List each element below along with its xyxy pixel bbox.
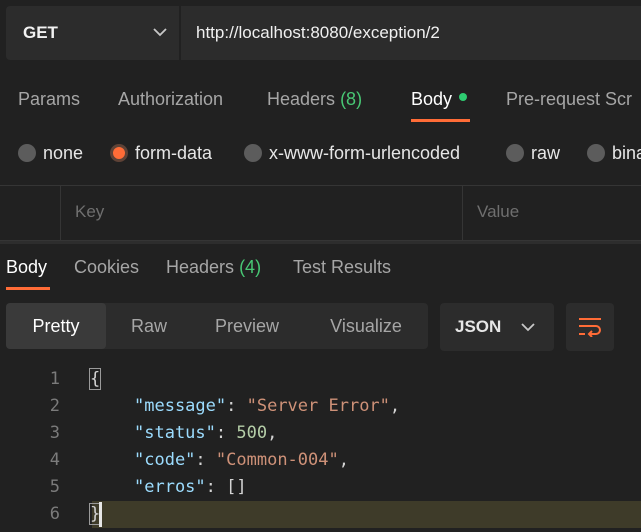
text-cursor — [99, 502, 102, 527]
kv-value-header: Value — [477, 202, 520, 221]
format-label: JSON — [455, 317, 502, 336]
tab-params[interactable]: Params — [18, 87, 80, 111]
radio-option-urlencoded[interactable]: x-www-form-urlencoded — [244, 141, 460, 165]
radio-label-urlencoded: x-www-form-urlencoded — [269, 142, 461, 163]
method-label: GET — [23, 23, 58, 42]
json-key: "status" — [134, 423, 216, 443]
radio-label-none: none — [43, 142, 84, 163]
kv-key-header: Key — [75, 202, 105, 221]
view-mode-toggle: Pretty Raw Preview Visualize — [6, 303, 428, 349]
tab-headers[interactable]: Headers (8) — [267, 87, 362, 111]
active-line-highlight — [92, 501, 641, 528]
tab-body-label: Body — [411, 89, 453, 109]
code-line: "erros": [] — [134, 477, 247, 497]
view-mode-visualize[interactable]: Visualize — [316, 303, 416, 349]
line-number: 4 — [49, 450, 60, 470]
json-key: "message" — [134, 396, 227, 416]
response-headers-count-badge: (4) — [239, 257, 262, 277]
radio-form-data[interactable] — [110, 144, 128, 162]
code-line: "message": "Server Error", — [134, 396, 401, 416]
response-tab-cookies[interactable]: Cookies — [74, 255, 139, 279]
code-line: "status": 500, — [134, 423, 278, 443]
json-key: "code" — [134, 450, 196, 470]
response-tab-body[interactable]: Body — [6, 255, 47, 279]
radio-raw[interactable] — [506, 144, 524, 162]
radio-option-form-data[interactable]: form-data — [110, 141, 212, 165]
json-string: "Common-004" — [215, 450, 339, 470]
url-bar: GET http://localhost:8080/exception/2 — [0, 0, 641, 66]
line-number: 5 — [49, 477, 60, 497]
code-line: "code": "Common-004", — [134, 450, 349, 470]
line-number: 6 — [49, 504, 60, 524]
json-string: "Server Error" — [246, 396, 390, 416]
radio-label-form-data: form-data — [135, 142, 213, 163]
wrap-lines-icon — [579, 318, 601, 337]
active-tab-underline — [411, 119, 470, 122]
kv-table-top-border — [0, 185, 641, 186]
headers-count-badge: (8) — [340, 89, 363, 109]
response-tab-test-results[interactable]: Test Results — [293, 255, 391, 279]
view-mode-raw[interactable]: Raw — [108, 303, 190, 349]
wrap-lines-button[interactable] — [566, 303, 614, 351]
radio-label-raw: raw — [531, 142, 561, 163]
json-key: "erros" — [134, 477, 206, 497]
url-input[interactable]: http://localhost:8080/exception/2 — [181, 6, 641, 60]
line-number: 3 — [49, 423, 60, 443]
code-line: { — [88, 366, 102, 393]
response-tab-headers-label: Headers — [166, 257, 235, 277]
tab-authorization[interactable]: Authorization — [118, 87, 223, 111]
radio-binary[interactable] — [587, 144, 605, 162]
json-number: 500 — [236, 423, 268, 443]
chevron-down-icon — [153, 28, 167, 37]
radio-option-none[interactable]: none — [18, 141, 83, 165]
kv-table-divider — [60, 185, 61, 241]
line-number: 1 — [49, 369, 60, 389]
radio-option-raw[interactable]: raw — [506, 141, 560, 165]
tab-pre-request-script[interactable]: Pre-request Scr — [506, 87, 632, 111]
panel-resize-handle[interactable] — [0, 241, 641, 244]
body-indicator-dot — [459, 93, 468, 102]
radio-urlencoded[interactable] — [244, 144, 262, 162]
tab-headers-label: Headers — [267, 89, 336, 109]
response-active-tab-underline — [6, 287, 50, 290]
line-number: 2 — [49, 396, 60, 416]
view-mode-preview[interactable]: Preview — [198, 303, 296, 349]
radio-label-binary: bina — [612, 142, 641, 163]
open-brace: { — [88, 368, 102, 390]
radio-option-binary[interactable]: bina — [587, 141, 641, 165]
url-text: http://localhost:8080/exception/2 — [196, 23, 440, 42]
view-mode-pretty[interactable]: Pretty — [6, 303, 106, 349]
method-select[interactable]: GET — [6, 6, 179, 60]
kv-table-divider — [462, 185, 463, 241]
format-select[interactable]: JSON — [440, 303, 554, 351]
response-tab-headers[interactable]: Headers (4) — [166, 255, 261, 279]
radio-none[interactable] — [18, 144, 36, 162]
json-array: [] — [226, 477, 247, 497]
tab-body[interactable]: Body — [411, 87, 468, 111]
chevron-down-icon — [521, 323, 535, 332]
